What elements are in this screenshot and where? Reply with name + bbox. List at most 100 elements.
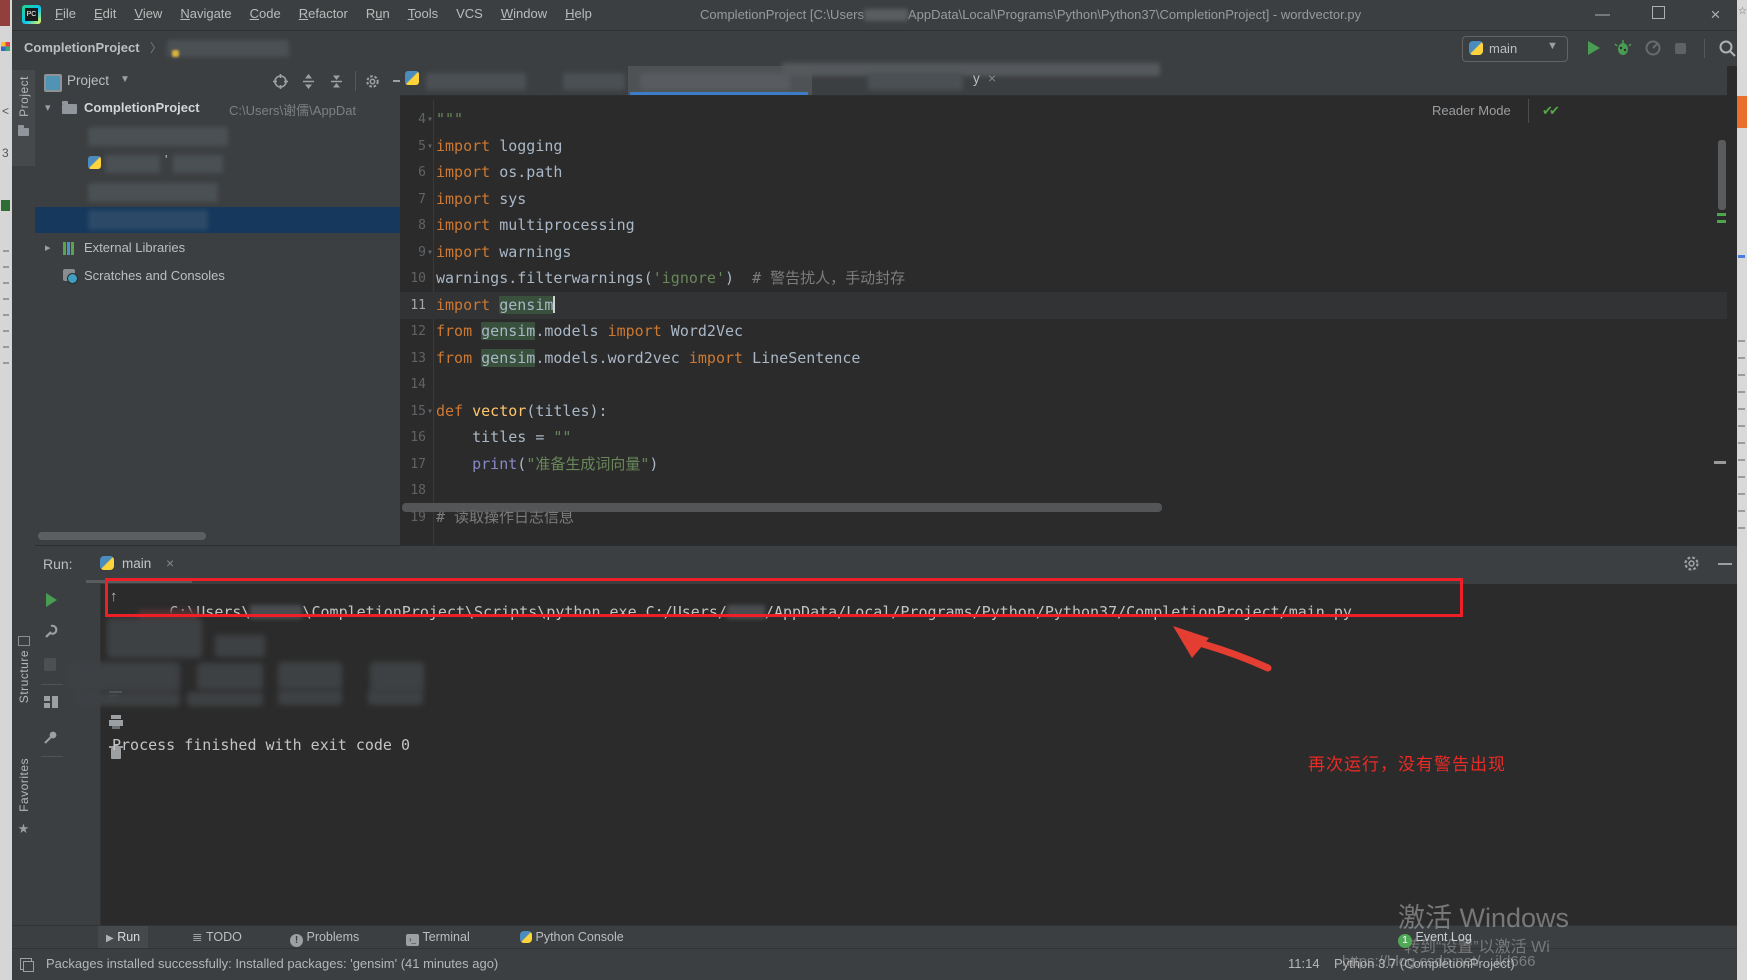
toolwindow-button-terminal[interactable]: ›_ Terminal [398, 926, 478, 949]
line-number[interactable]: 7 [400, 186, 426, 213]
event-log-button[interactable]: 1 Event Log [1390, 926, 1480, 949]
line-number[interactable]: 18 [400, 477, 426, 504]
horizontal-scrollbar[interactable] [38, 532, 206, 540]
menu-file[interactable]: File [46, 0, 85, 26]
code-line[interactable]: 11import gensim [400, 292, 1727, 319]
fold-marker-icon[interactable]: ▾ [427, 106, 433, 133]
menu-run[interactable]: Run [357, 0, 399, 26]
caret-down-icon[interactable]: ▾ [45, 101, 51, 114]
fold-marker-icon[interactable]: ▾ [427, 398, 433, 425]
toolwindow-button-run[interactable]: ▶ Run [98, 926, 148, 949]
print-icon[interactable] [108, 714, 124, 730]
close-icon[interactable]: × [166, 555, 174, 571]
redacted-tree-item [105, 155, 160, 173]
redacted-tab[interactable] [426, 73, 526, 90]
menu-refactor[interactable]: Refactor [290, 0, 357, 26]
editor-tab-4[interactable]: y × [860, 66, 1022, 95]
restore-layout-icon[interactable] [43, 694, 59, 710]
pin-icon[interactable] [43, 729, 59, 745]
line-number[interactable]: 15 [400, 398, 426, 425]
caret-right-icon[interactable]: ▸ [45, 241, 51, 254]
menu-tools[interactable]: Tools [399, 0, 447, 26]
locate-file-icon[interactable] [273, 74, 288, 89]
line-number[interactable]: 11 [400, 292, 426, 319]
active-tab-underline [630, 92, 808, 95]
project-panel-title[interactable]: Project [67, 73, 109, 88]
tree-row-selected[interactable] [35, 207, 400, 233]
profiler-button[interactable] [1644, 39, 1662, 57]
status-time: 11:14 [1288, 956, 1320, 971]
search-everywhere-icon[interactable] [1718, 39, 1737, 58]
line-number[interactable]: 9 [400, 239, 426, 266]
line-number[interactable]: 5 [400, 133, 426, 160]
sidebar-item-favorites[interactable]: Favorites ★ [12, 758, 35, 878]
toolwindow-button-python-console[interactable]: Python Console [512, 926, 632, 949]
minimize-button[interactable]: — [1580, 0, 1625, 30]
bg-right-orange-button [1737, 96, 1747, 128]
chevron-down-icon[interactable]: ▼ [120, 74, 130, 85]
line-number[interactable]: 4 [400, 106, 426, 133]
horizontal-scrollbar[interactable] [402, 503, 1162, 512]
line-number[interactable]: 16 [400, 424, 426, 451]
menu-window[interactable]: Window [492, 0, 556, 26]
line-number[interactable]: 14 [400, 371, 426, 398]
project-root-name: CompletionProject [84, 100, 200, 115]
menu-vcs[interactable]: VCS [447, 0, 492, 26]
toolwindow-switcher-icon[interactable] [20, 958, 32, 970]
wrench-icon[interactable] [43, 624, 59, 640]
tree-row-scratches[interactable]: Scratches and Consoles [35, 264, 400, 290]
menu-edit[interactable]: Edit [85, 0, 125, 26]
gear-icon[interactable] [1683, 555, 1700, 572]
sidebar-item-structure[interactable]: Structure [12, 636, 35, 746]
code-line[interactable]: 17 print("准备生成词向量") [400, 451, 1727, 478]
run-button[interactable] [1584, 39, 1602, 57]
close-button[interactable]: × [1693, 0, 1738, 30]
code-line[interactable]: 8import multiprocessing [400, 212, 1727, 239]
gear-icon[interactable] [365, 74, 380, 89]
expand-all-icon[interactable] [301, 74, 316, 89]
breadcrumb-root[interactable]: CompletionProject [24, 40, 140, 55]
stop-button[interactable] [1675, 43, 1686, 54]
collapse-all-icon[interactable] [329, 74, 344, 89]
code-line[interactable]: 6import os.path [400, 159, 1727, 186]
sidebar-item-project[interactable]: Project [12, 70, 35, 166]
bg-right-star: ☆ [1738, 6, 1747, 17]
line-number[interactable]: 13 [400, 345, 426, 372]
menu-navigate[interactable]: Navigate [171, 0, 240, 26]
line-number[interactable]: 8 [400, 212, 426, 239]
status-interpreter[interactable]: Python 3.7 (CompletionProject) [1334, 956, 1515, 971]
redacted-tab[interactable] [563, 73, 625, 90]
hide-panel-icon[interactable] [1718, 563, 1732, 565]
code-line[interactable]: 10warnings.filterwarnings('ignore') # 警告… [400, 265, 1727, 292]
code-line[interactable]: 13from gensim.models.word2vec import Lin… [400, 345, 1727, 372]
code-line[interactable]: 5▾import logging [400, 133, 1727, 160]
fold-marker-icon[interactable]: ▾ [427, 133, 433, 160]
code-line[interactable]: 18 [400, 477, 1727, 504]
debug-button[interactable] [1614, 39, 1632, 57]
line-number[interactable]: 17 [400, 451, 426, 478]
code-line[interactable]: 9▾import warnings [400, 239, 1727, 266]
run-config-selector[interactable]: main ▼ [1462, 36, 1568, 62]
menu-help[interactable]: Help [556, 0, 601, 26]
code-line[interactable]: 7import sys [400, 186, 1727, 213]
line-number[interactable]: 10 [400, 265, 426, 292]
tree-row-root[interactable]: ▾ CompletionProject C:\Users\谢儒\AppDat [35, 96, 400, 122]
line-number[interactable]: 12 [400, 318, 426, 345]
code-line[interactable]: 15▾def vector(titles): [400, 398, 1727, 425]
line-number[interactable]: 6 [400, 159, 426, 186]
tree-row-external-libraries[interactable]: ▸ External Libraries [35, 236, 400, 262]
code-line[interactable]: 12from gensim.models import Word2Vec [400, 318, 1727, 345]
redacted-tree-item [88, 210, 208, 230]
menu-view[interactable]: View [125, 0, 171, 26]
code-line[interactable]: 16 titles = "" [400, 424, 1727, 451]
rerun-button[interactable] [43, 592, 59, 608]
toolwindow-button-problems[interactable]: ! Problems [282, 926, 367, 949]
fold-marker-icon[interactable]: ▾ [427, 239, 433, 266]
menu-code[interactable]: Code [241, 0, 290, 26]
close-icon[interactable]: × [988, 70, 996, 86]
code-line[interactable]: 14 [400, 371, 1727, 398]
code-line[interactable]: 4▾""" [400, 106, 1727, 133]
status-message[interactable]: Packages installed successfully: Install… [46, 956, 498, 971]
toolwindow-button-todo[interactable]: ≣ TODO [184, 926, 250, 949]
maximize-button[interactable] [1636, 0, 1681, 30]
